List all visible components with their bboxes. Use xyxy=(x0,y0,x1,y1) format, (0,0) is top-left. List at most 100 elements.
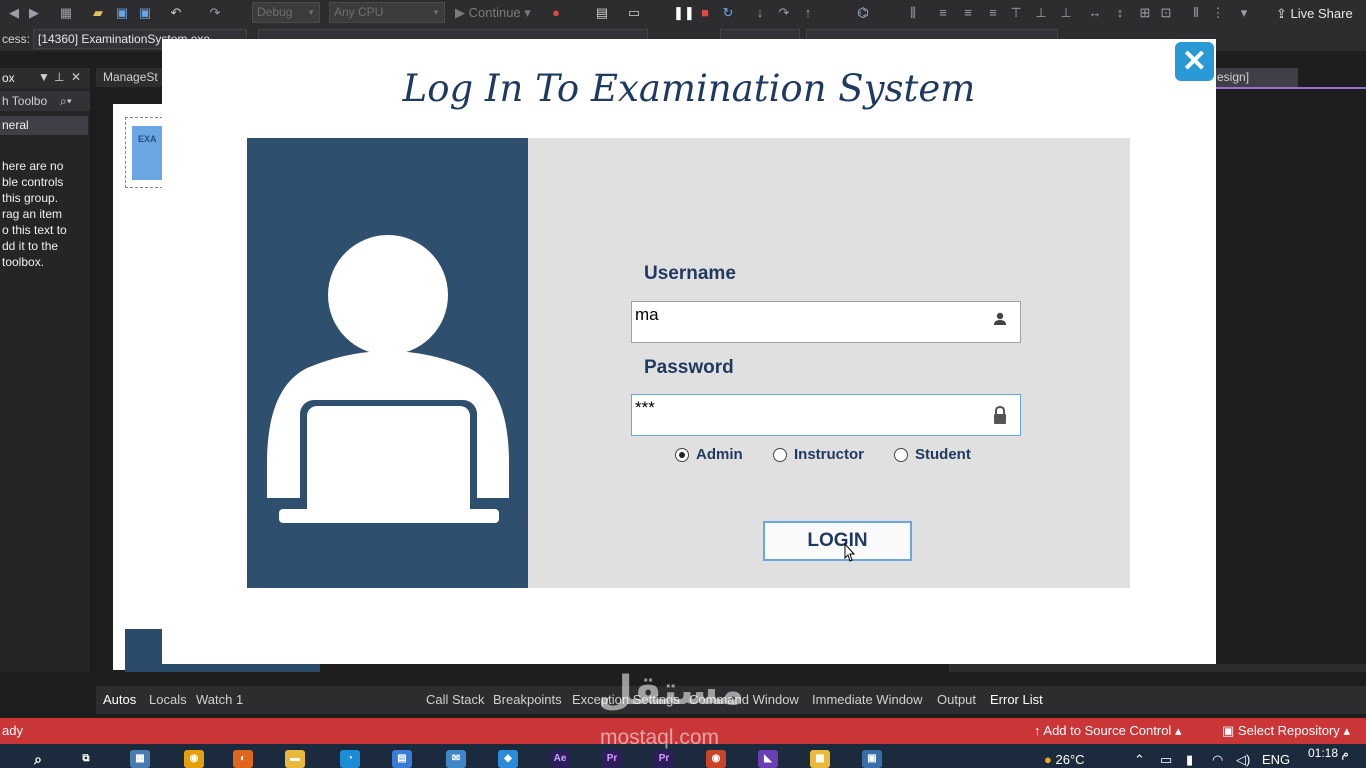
tab-immediate-window[interactable]: Immediate Window xyxy=(812,692,923,707)
volume-icon[interactable]: ◁) xyxy=(1236,752,1250,768)
role-label: Student xyxy=(915,446,971,463)
new-project-icon[interactable]: ▦ xyxy=(58,5,74,21)
stop-icon[interactable]: ■ xyxy=(697,5,713,21)
weather-temp: 26°C xyxy=(1055,752,1085,767)
back-icon[interactable]: ◀ xyxy=(6,5,22,21)
password-field[interactable]: *** xyxy=(631,394,1021,436)
exam-icon-label: EXA xyxy=(138,134,157,144)
chevron-down-icon: ▼ xyxy=(432,8,440,17)
toolbar-options-icon[interactable]: ▾ xyxy=(1236,5,1252,21)
step-over-icon[interactable]: ↷ xyxy=(776,5,792,21)
mail-icon[interactable]: ✉ xyxy=(446,750,466,768)
align-center-icon[interactable]: ≡ xyxy=(960,5,976,21)
visual-studio-icon[interactable]: ◣ xyxy=(758,750,778,768)
tab-watch-1[interactable]: Watch 1 xyxy=(196,692,243,707)
tab-output[interactable]: Output xyxy=(937,692,976,707)
chevron-up-icon: ▴ xyxy=(1343,723,1350,738)
after-effects-icon[interactable]: Ae xyxy=(550,750,570,768)
role-label: Instructor xyxy=(794,446,865,463)
sticky-notes-icon[interactable]: ▩ xyxy=(810,750,830,768)
dialog-title: Log In To Examination System xyxy=(402,67,976,110)
forward-icon[interactable]: ▶ xyxy=(26,5,42,21)
select-repository[interactable]: ▣ Select Repository ▴ xyxy=(1222,723,1350,739)
hot-reload-icon[interactable]: ● xyxy=(548,5,564,21)
code-map-icon[interactable]: ⌬ xyxy=(855,5,871,21)
chevron-up-icon: ▴ xyxy=(1174,723,1182,738)
align-top-icon[interactable]: ⊤ xyxy=(1008,5,1024,21)
tab-autos[interactable]: Autos xyxy=(103,692,136,707)
open-folder-icon[interactable]: ▰ xyxy=(90,5,106,21)
microphone-icon[interactable]: ▮ xyxy=(1186,752,1193,768)
add-to-source-control[interactable]: ↑ Add to Source Control ▴ xyxy=(1034,723,1181,739)
username-field[interactable]: ma xyxy=(631,301,1021,343)
mouse-cursor-icon xyxy=(844,543,856,562)
configuration-value: Debug xyxy=(257,5,293,19)
align-right-icon[interactable]: ≡ xyxy=(985,5,1001,21)
chrome-canary-icon[interactable]: ◉ xyxy=(706,750,726,768)
step-out-icon[interactable]: ↑ xyxy=(800,5,816,21)
language-indicator[interactable]: ENG xyxy=(1262,752,1290,767)
overflow-icon[interactable]: ⋮ xyxy=(1210,5,1226,21)
pause-icon[interactable]: ❚❚ xyxy=(673,5,695,21)
user-icon xyxy=(990,312,1010,332)
designer-picturebox[interactable]: EXA xyxy=(125,117,164,188)
align-bottom-icon[interactable]: ⊥ xyxy=(1058,5,1074,21)
status-text: ady xyxy=(2,723,23,738)
tab-error-list[interactable]: Error List xyxy=(990,692,1043,707)
align-left-icon[interactable]: ≡ xyxy=(935,5,951,21)
login-button[interactable]: LOGIN xyxy=(763,521,912,561)
task-view-icon[interactable]: ⧉ xyxy=(76,750,96,768)
edge-icon[interactable]: ◔ xyxy=(340,750,360,768)
save-icon[interactable]: ▣ xyxy=(114,5,130,21)
align-middle-icon[interactable]: ⊥ xyxy=(1033,5,1049,21)
undo-icon[interactable]: ↶ xyxy=(168,5,184,21)
align-icon[interactable]: ⫼ xyxy=(905,5,921,21)
file-explorer-icon[interactable]: ▬ xyxy=(285,750,305,768)
toolbox-group-general[interactable]: neral xyxy=(0,116,88,135)
tray-chevron-icon[interactable]: ⌃ xyxy=(1134,752,1145,768)
store-icon[interactable]: ▤ xyxy=(392,750,412,768)
save-all-icon[interactable]: ▣ xyxy=(137,5,153,21)
login-button-label: LOGIN xyxy=(807,530,868,551)
process-label: cess: xyxy=(2,32,31,46)
calculator-icon[interactable]: ▦ xyxy=(130,750,150,768)
wifi-icon[interactable]: ◠ xyxy=(1212,752,1223,768)
radio-indicator xyxy=(773,448,787,462)
configuration-combo[interactable]: Debug ▼ xyxy=(252,2,320,23)
tab-breakpoints[interactable]: Breakpoints xyxy=(493,692,562,707)
step-into-icon[interactable]: ↓ xyxy=(752,5,768,21)
weather-widget[interactable]: ● 26°C xyxy=(1044,752,1085,767)
role-label: Admin xyxy=(696,446,743,463)
premiere-icon[interactable]: Pr xyxy=(602,750,622,768)
make-same-size-icon[interactable]: ⊞ xyxy=(1137,5,1153,21)
make-same-width-icon[interactable]: ↔ xyxy=(1087,5,1103,21)
premiere-icon-2[interactable]: Pr xyxy=(654,750,674,768)
password-value: *** xyxy=(635,398,655,417)
tab-call-stack[interactable]: Call Stack xyxy=(426,692,485,707)
app-icon[interactable]: ◆ xyxy=(498,750,518,768)
search-icon[interactable]: ⌕ xyxy=(28,750,48,768)
diagnostics-icon[interactable]: ▤ xyxy=(594,5,610,21)
restart-icon[interactable]: ↻ xyxy=(720,5,736,21)
close-button[interactable]: ✕ xyxy=(1175,42,1214,81)
login-dialog: Log In To Examination System ✕ Username … xyxy=(162,39,1216,664)
close-icon: ✕ xyxy=(1181,45,1208,78)
continue-button[interactable]: ▶ Continue ▾ xyxy=(455,2,531,23)
grid-icon[interactable]: ⊡ xyxy=(1158,5,1174,21)
user-laptop-icon xyxy=(267,235,509,525)
examination-app-icon[interactable]: ▣ xyxy=(862,750,882,768)
chrome-icon[interactable]: ◉ xyxy=(184,750,204,768)
firefox-icon[interactable]: ◐ xyxy=(233,750,253,768)
platform-combo[interactable]: Any CPU ▼ xyxy=(329,2,445,23)
redo-icon[interactable]: ↷ xyxy=(207,5,223,21)
clock[interactable]: 01:18 م xyxy=(1308,746,1349,760)
add-to-source-control-label: Add to Source Control xyxy=(1043,723,1172,738)
live-share-button[interactable]: ⇪ Live Share xyxy=(1276,4,1353,23)
toolbox-panel: ox ▼ ⊥ ✕ h Toolbo ⌕▾ neral here are no b… xyxy=(0,68,90,672)
network-icon[interactable]: ▭ xyxy=(1160,752,1172,768)
window-layout-icon[interactable]: ▭ xyxy=(626,5,642,21)
tab-order-icon[interactable]: ⫴ xyxy=(1188,5,1204,21)
username-label: Username xyxy=(644,263,736,284)
make-same-height-icon[interactable]: ↕ xyxy=(1112,5,1128,21)
tab-locals[interactable]: Locals xyxy=(149,692,187,707)
